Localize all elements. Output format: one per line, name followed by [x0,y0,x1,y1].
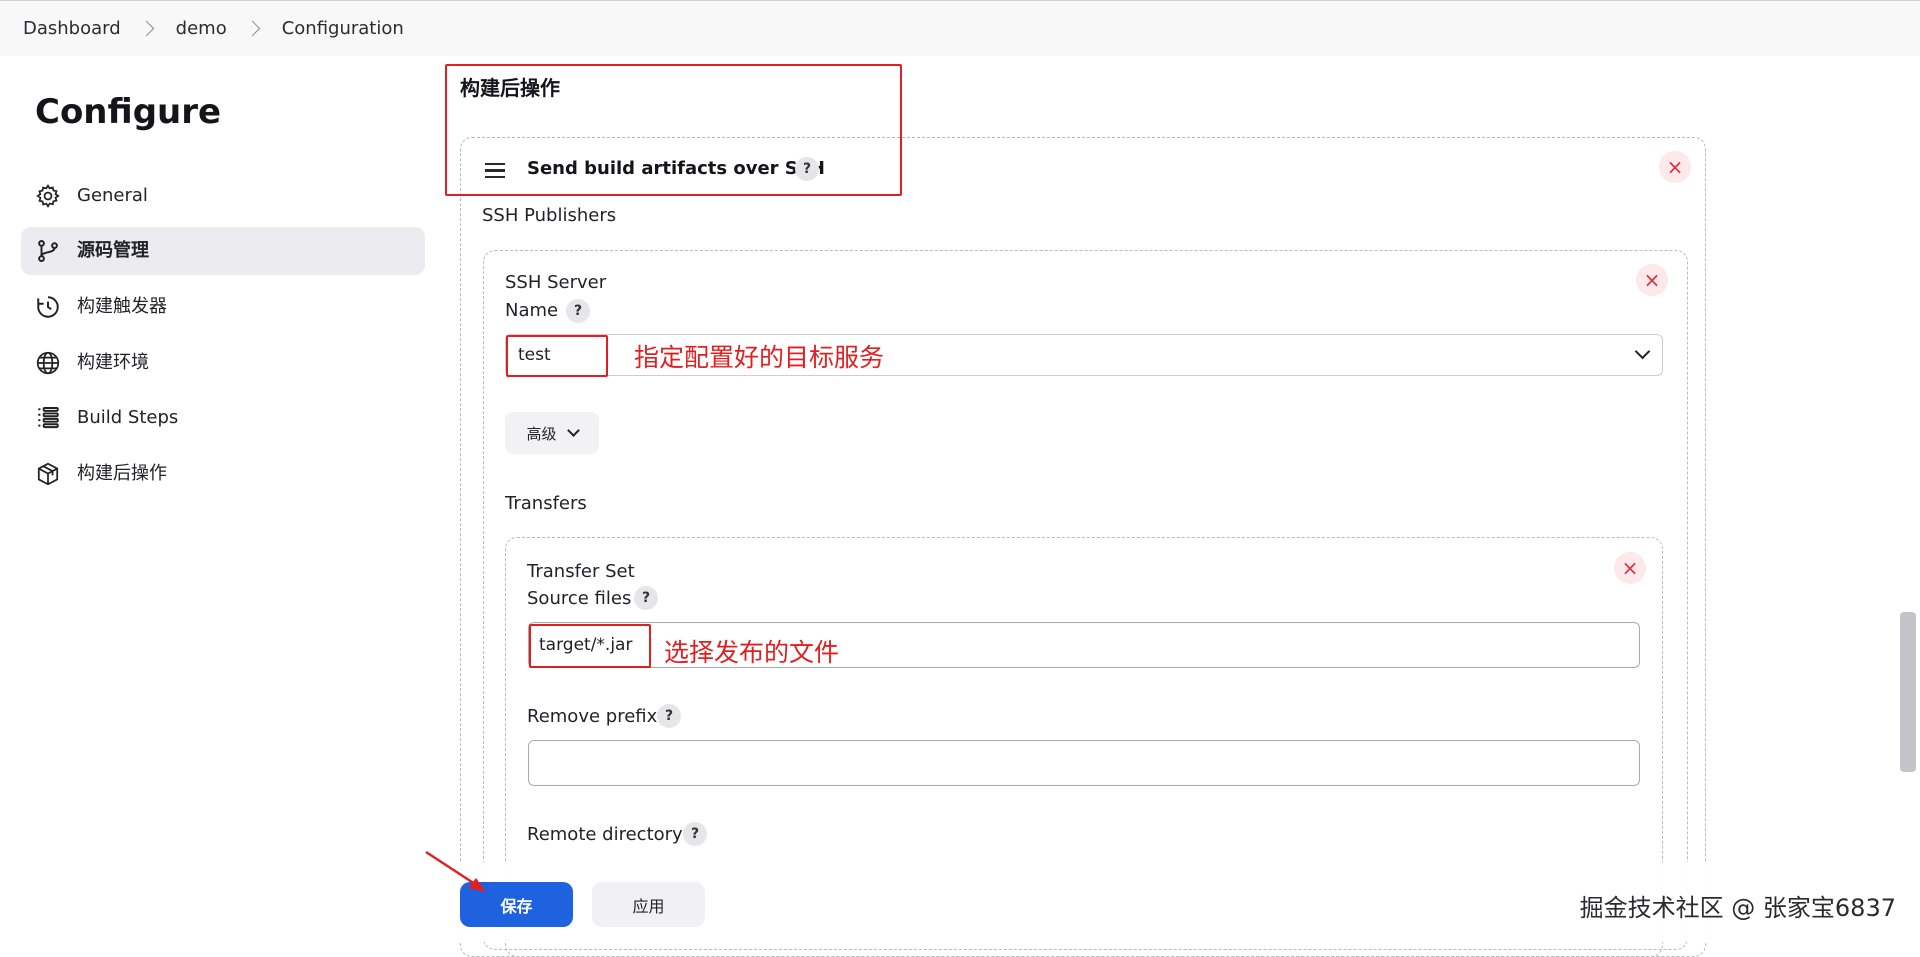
source-files-label: Source files [527,588,632,609]
transfer-set-title: Transfer Set [527,561,635,582]
highlight-box [445,64,902,196]
help-icon[interactable]: ? [634,586,658,610]
chevron-down-icon [1634,343,1651,360]
gear-icon [36,184,60,208]
advanced-button[interactable]: 高级 [505,412,599,454]
close-icon[interactable]: × [1659,151,1691,183]
highlight-box [506,335,608,377]
watermark-credit: 掘金技术社区 @ 张家宝6837 [1579,894,1896,922]
globe-icon [36,351,60,375]
remove-prefix-input[interactable] [528,740,1640,786]
sidebar-item-label: General [77,185,148,206]
close-icon[interactable]: × [1614,552,1646,584]
sidebar-item-label: Build Steps [77,407,179,428]
ssh-publishers-label: SSH Publishers [482,205,617,226]
breadcrumb: Dashboard demo Configuration [0,0,1920,56]
sidebar-item-label: 源码管理 [77,240,149,261]
sidebar-item-post-build[interactable]: 构建后操作 [21,450,425,498]
help-icon[interactable]: ? [657,704,681,728]
branch-icon [38,240,58,262]
chevron-right-icon [138,20,154,37]
transfers-label: Transfers [505,493,587,514]
close-icon[interactable]: × [1636,264,1668,296]
ssh-server-title: SSH Server [505,272,607,293]
remove-prefix-label: Remove prefix [527,706,658,727]
annotation-source: 选择发布的文件 [664,638,840,667]
chevron-right-icon [244,20,260,37]
sidebar-item-build-triggers[interactable]: 构建触发器 [21,283,425,331]
advanced-label: 高级 [526,424,557,443]
sidebar-item-build-steps[interactable]: Build Steps [21,394,425,442]
page-title: Configure [35,92,222,132]
remote-directory-label: Remote directory [527,824,683,845]
cube-icon [37,462,59,486]
help-icon[interactable]: ? [566,299,590,323]
breadcrumb-dashboard[interactable]: Dashboard [23,18,121,39]
sidebar-item-label: 构建后操作 [77,463,167,484]
help-icon[interactable]: ? [683,822,707,846]
breadcrumb-configuration[interactable]: Configuration [282,18,404,39]
scrollbar[interactable] [1900,612,1916,772]
highlight-box [529,624,651,668]
sidebar-item-label: 构建触发器 [77,296,167,317]
breadcrumb-demo[interactable]: demo [176,18,227,39]
chevron-down-icon [566,424,580,437]
annotation-server: 指定配置好的目标服务 [634,343,885,372]
list-icon [38,407,59,429]
sidebar-item-source-management[interactable]: 源码管理 [21,227,425,275]
arrow-annotation-icon [425,850,486,892]
sidebar-item-build-environment[interactable]: 构建环境 [21,339,425,387]
sidebar-item-general[interactable]: General [21,172,425,220]
sidebar-item-label: 构建环境 [77,352,149,373]
apply-button[interactable]: 应用 [592,882,705,927]
clock-icon [37,296,59,318]
server-name-label: Name [505,300,559,321]
